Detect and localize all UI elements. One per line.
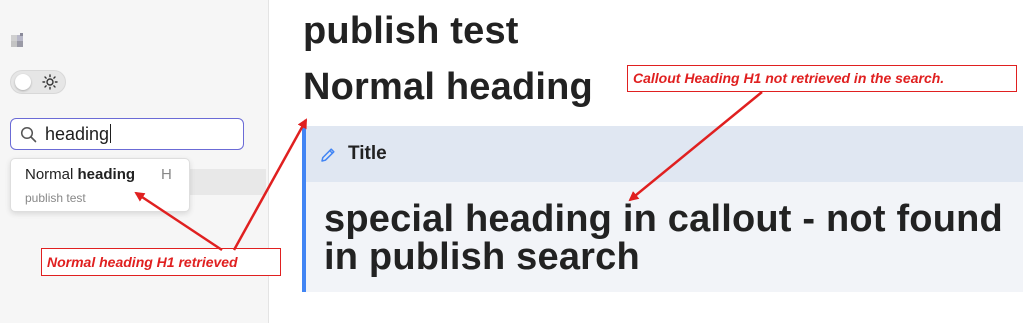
- annotation-left: Normal heading H1 retrieved: [41, 248, 281, 276]
- annotation-right: Callout Heading H1 not retrieved in the …: [627, 65, 1017, 92]
- heading-badge: H: [161, 166, 172, 183]
- text-caret: [110, 124, 112, 143]
- main-content: publish test Normal heading Title specia…: [269, 0, 1023, 323]
- callout-block: Title special heading in callout - not f…: [302, 126, 1023, 292]
- pencil-icon: [321, 148, 335, 162]
- search-input[interactable]: heading: [10, 118, 244, 150]
- search-input-value[interactable]: heading: [45, 124, 112, 145]
- toggle-knob: [15, 74, 31, 90]
- callout-heading: special heading in callout - not found i…: [324, 198, 1003, 278]
- normal-heading: Normal heading: [303, 66, 593, 108]
- search-icon: [20, 126, 37, 143]
- theme-toggle[interactable]: [10, 70, 66, 94]
- sidebar-highlight: [186, 169, 266, 195]
- search-result-path: publish test: [25, 191, 86, 205]
- sun-icon: [42, 74, 58, 90]
- callout-title: Title: [348, 143, 387, 164]
- callout-header[interactable]: Title: [306, 126, 1023, 182]
- site-logo-icon[interactable]: [9, 33, 25, 49]
- page-title: publish test: [303, 10, 519, 52]
- search-result-title[interactable]: Normal heading: [25, 166, 135, 183]
- search-result-match: heading: [77, 166, 136, 183]
- search-result-item[interactable]: Normal heading H publish test: [10, 158, 190, 212]
